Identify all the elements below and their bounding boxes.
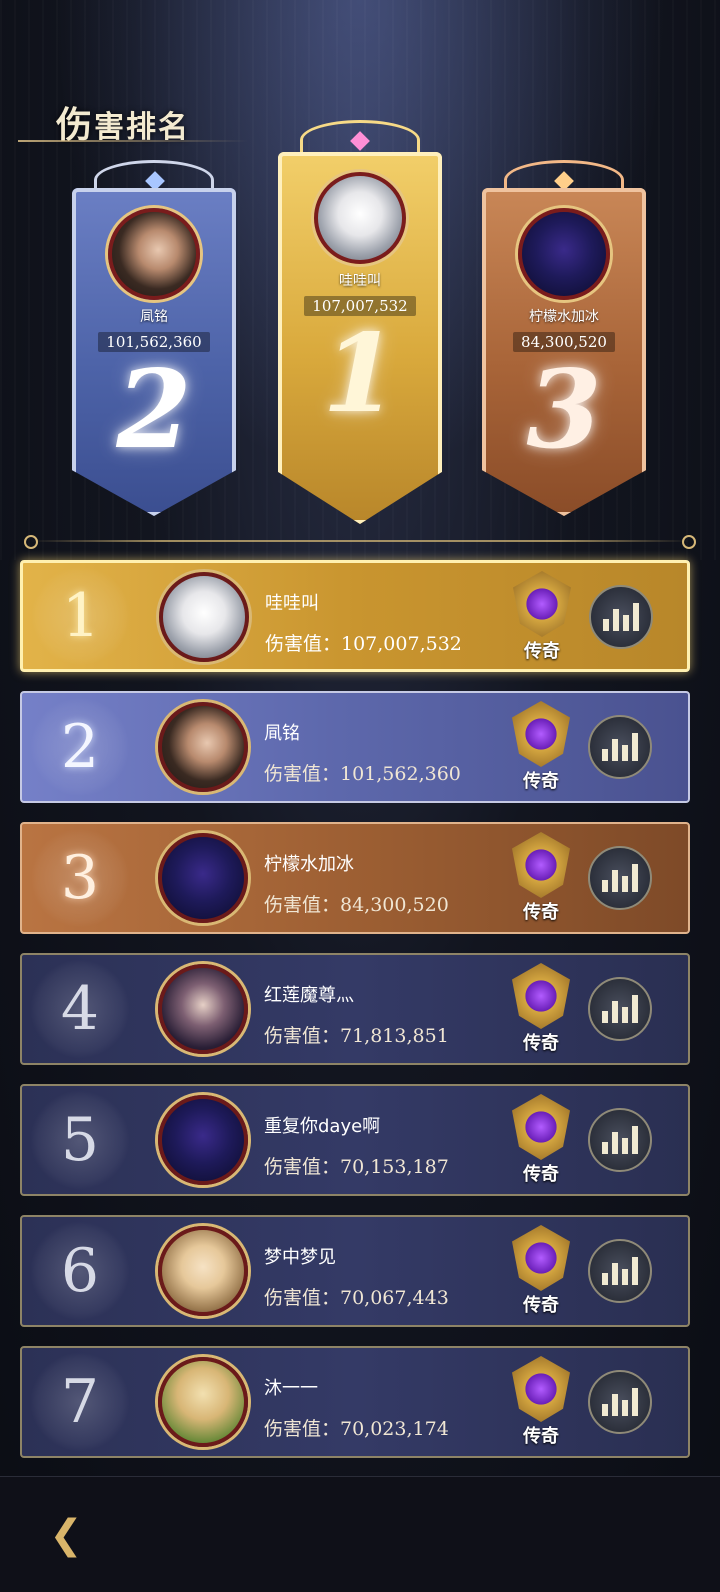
badge-label: 传奇 bbox=[523, 1295, 559, 1316]
row-info: 沐一一 伤害值：70,023,174 bbox=[264, 1374, 449, 1441]
row-info: 重复你daye啊 伤害值：70,153,187 bbox=[264, 1112, 449, 1179]
player-name: 梦中梦见 bbox=[264, 1247, 336, 1268]
podium-name: 哇哇叫 bbox=[339, 273, 381, 289]
bar-chart-icon bbox=[602, 1011, 608, 1023]
player-name: 哇哇叫 bbox=[265, 593, 319, 614]
podium-first[interactable]: 哇哇叫 107,007,532 1 bbox=[278, 152, 442, 524]
podium-third[interactable]: 柠檬水加冰 84,300,520 3 bbox=[482, 188, 646, 516]
avatar[interactable] bbox=[158, 1357, 248, 1447]
player-name: 红莲魔尊灬 bbox=[264, 985, 354, 1006]
legend-rank-emblem-icon bbox=[513, 571, 571, 637]
table-row[interactable]: 6 梦中梦见 伤害值：70,067,443 传奇 bbox=[20, 1215, 690, 1327]
stats-button[interactable] bbox=[588, 846, 652, 910]
bar-chart-icon bbox=[602, 1142, 608, 1154]
stats-button[interactable] bbox=[588, 1370, 652, 1434]
table-row[interactable]: 5 重复你daye啊 伤害值：70,153,187 传奇 bbox=[20, 1084, 690, 1196]
avatar[interactable] bbox=[158, 702, 248, 792]
legend-rank-emblem-icon bbox=[512, 701, 570, 767]
bar-chart-icon bbox=[602, 880, 608, 892]
legend-badge: 传奇 bbox=[506, 701, 576, 795]
rank-number: 4 bbox=[30, 959, 130, 1059]
stats-button[interactable] bbox=[588, 1108, 652, 1172]
avatar[interactable] bbox=[518, 208, 610, 300]
badge-label: 传奇 bbox=[523, 1426, 559, 1447]
badge-label: 传奇 bbox=[523, 902, 559, 923]
stats-button[interactable] bbox=[588, 715, 652, 779]
badge-label: 传奇 bbox=[523, 1033, 559, 1054]
damage-value: 伤害值：107,007,532 bbox=[265, 633, 462, 655]
podium-rank-number: 2 bbox=[116, 347, 192, 473]
podium-name: 凬铭 bbox=[140, 309, 168, 325]
rank-number: 7 bbox=[30, 1352, 130, 1452]
rank-number: 1 bbox=[31, 566, 131, 666]
avatar[interactable] bbox=[158, 964, 248, 1054]
avatar[interactable] bbox=[314, 172, 406, 264]
avatar[interactable] bbox=[158, 1226, 248, 1316]
legend-badge: 传奇 bbox=[506, 1094, 576, 1188]
podium-name: 柠檬水加冰 bbox=[529, 309, 599, 325]
bar-chart-icon bbox=[602, 1404, 608, 1416]
legend-badge: 传奇 bbox=[506, 1356, 576, 1450]
back-button[interactable]: ❮ bbox=[30, 1507, 102, 1563]
badge-label: 传奇 bbox=[523, 771, 559, 792]
legend-badge: 传奇 bbox=[506, 832, 576, 926]
damage-value: 伤害值：70,153,187 bbox=[264, 1156, 449, 1178]
row-info: 梦中梦见 伤害值：70,067,443 bbox=[264, 1243, 449, 1310]
row-info: 哇哇叫 伤害值：107,007,532 bbox=[265, 589, 462, 656]
legend-badge: 传奇 bbox=[507, 571, 577, 665]
ranking-list: 1 哇哇叫 伤害值：107,007,532 传奇 2 凬铭 伤害值：101,56… bbox=[20, 560, 690, 1477]
rank-number: 3 bbox=[30, 828, 130, 928]
table-row[interactable]: 3 柠檬水加冰 伤害值：84,300,520 传奇 bbox=[20, 822, 690, 934]
avatar[interactable] bbox=[159, 572, 249, 662]
row-info: 红莲魔尊灬 伤害值：71,813,851 bbox=[264, 981, 449, 1048]
podium-second[interactable]: 凬铭 101,562,360 2 bbox=[72, 188, 236, 516]
table-row[interactable]: 7 沐一一 伤害值：70,023,174 传奇 bbox=[20, 1346, 690, 1458]
damage-value: 伤害值：70,067,443 bbox=[264, 1287, 449, 1309]
bar-chart-icon bbox=[603, 619, 609, 631]
damage-value: 伤害值：101,562,360 bbox=[264, 763, 461, 785]
player-name: 沐一一 bbox=[264, 1378, 318, 1399]
row-info: 柠檬水加冰 伤害值：84,300,520 bbox=[264, 850, 449, 917]
podium-rank-number: 3 bbox=[526, 347, 602, 473]
podium-rank-number: 1 bbox=[322, 311, 398, 437]
badge-label: 传奇 bbox=[523, 1164, 559, 1185]
rank-number: 5 bbox=[30, 1090, 130, 1190]
rank-number: 2 bbox=[30, 697, 130, 797]
table-row[interactable]: 2 凬铭 伤害值：101,562,360 传奇 bbox=[20, 691, 690, 803]
title-underline bbox=[18, 140, 248, 142]
damage-value: 伤害值：71,813,851 bbox=[264, 1025, 449, 1047]
damage-value: 伤害值：84,300,520 bbox=[264, 894, 449, 916]
legend-rank-emblem-icon bbox=[512, 1225, 570, 1291]
player-name: 凬铭 bbox=[264, 723, 300, 744]
player-name: 重复你daye啊 bbox=[264, 1116, 381, 1137]
legend-badge: 传奇 bbox=[506, 963, 576, 1057]
avatar[interactable] bbox=[108, 208, 200, 300]
legend-rank-emblem-icon bbox=[512, 832, 570, 898]
legend-rank-emblem-icon bbox=[512, 1356, 570, 1422]
legend-rank-emblem-icon bbox=[512, 963, 570, 1029]
back-arrow-icon: ❮ bbox=[49, 1512, 83, 1558]
section-divider bbox=[24, 535, 696, 549]
stats-button[interactable] bbox=[589, 585, 653, 649]
bar-chart-icon bbox=[602, 1273, 608, 1285]
avatar[interactable] bbox=[158, 1095, 248, 1185]
rank-number: 6 bbox=[30, 1221, 130, 1321]
damage-value: 伤害值：70,023,174 bbox=[264, 1418, 449, 1440]
player-name: 柠檬水加冰 bbox=[264, 854, 354, 875]
badge-label: 传奇 bbox=[524, 641, 560, 662]
bar-chart-icon bbox=[602, 749, 608, 761]
row-info: 凬铭 伤害值：101,562,360 bbox=[264, 719, 461, 786]
stats-button[interactable] bbox=[588, 1239, 652, 1303]
bottom-bar: ❮ bbox=[0, 1476, 720, 1592]
table-row[interactable]: 1 哇哇叫 伤害值：107,007,532 传奇 bbox=[20, 560, 690, 672]
legend-rank-emblem-icon bbox=[512, 1094, 570, 1160]
stats-button[interactable] bbox=[588, 977, 652, 1041]
avatar[interactable] bbox=[158, 833, 248, 923]
table-row[interactable]: 4 红莲魔尊灬 伤害值：71,813,851 传奇 bbox=[20, 953, 690, 1065]
legend-badge: 传奇 bbox=[506, 1225, 576, 1319]
